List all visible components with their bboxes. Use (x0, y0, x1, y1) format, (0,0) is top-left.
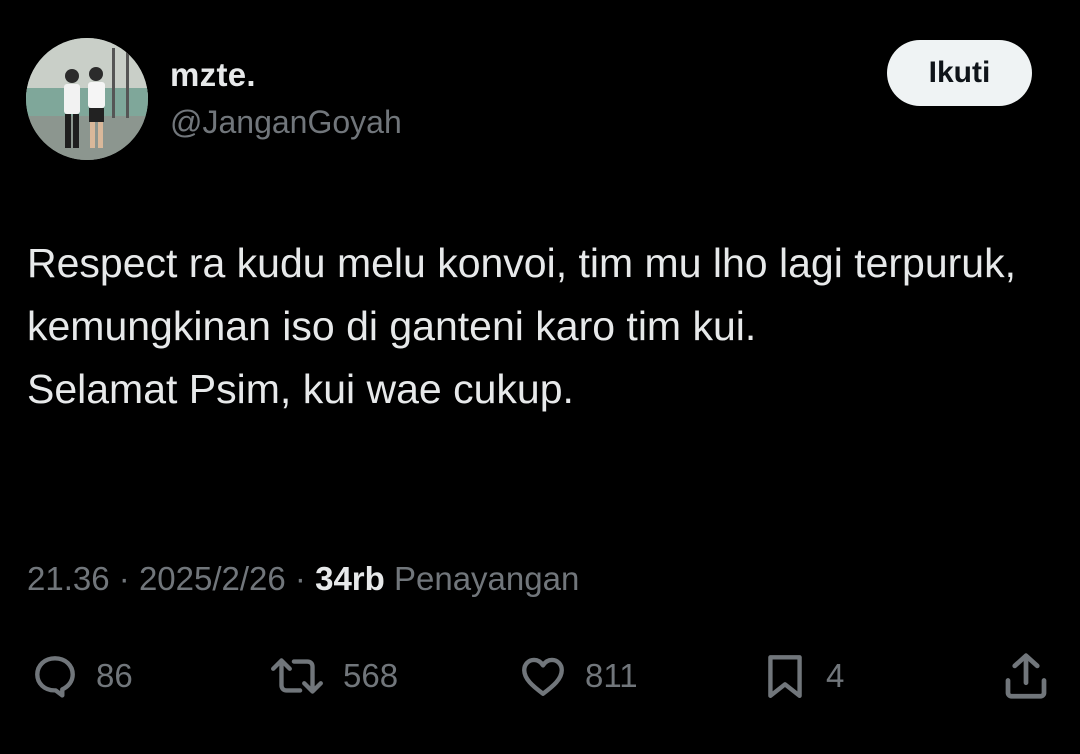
tweet-time[interactable]: 21.36 (27, 560, 110, 597)
avatar-photo (26, 38, 148, 160)
tweet-text: Respect ra kudu melu konvoi, tim mu lho … (27, 232, 1037, 421)
like-count: 811 (585, 657, 638, 694)
reply-button[interactable]: 86 (30, 640, 133, 712)
views-label: Penayangan (393, 560, 580, 597)
follow-button[interactable]: Ikuti (887, 40, 1032, 106)
reply-count: 86 (96, 657, 133, 694)
tweet-card: mzte. @JanganGoyah Ikuti Respect ra kudu… (0, 0, 1080, 754)
reply-icon (35, 656, 75, 698)
tweet-meta: 21.36 · 2025/2/26 · 34rb Penayangan (27, 560, 579, 598)
repost-button[interactable]: 568 (267, 640, 398, 712)
views-count: 34rb (315, 560, 385, 597)
like-button[interactable]: 811 (517, 640, 638, 712)
tweet-line: Selamat Psim, kui wae cukup. (27, 366, 574, 412)
heart-icon (522, 657, 564, 696)
bookmark-count: 4 (826, 657, 845, 694)
user-handle[interactable]: @JanganGoyah (170, 104, 402, 141)
share-icon (1005, 653, 1047, 699)
repost-count: 568 (343, 657, 399, 694)
action-bar: 86 568 811 4 (0, 640, 1080, 712)
avatar[interactable] (26, 38, 148, 160)
meta-separator: · (118, 560, 130, 597)
display-name[interactable]: mzte. (170, 56, 256, 94)
repost-icon (271, 658, 323, 694)
bookmark-icon (768, 655, 802, 698)
bookmark-button[interactable]: 4 (760, 640, 844, 712)
tweet-line: Respect ra kudu melu konvoi, tim mu lho … (27, 240, 1017, 349)
meta-separator: · (294, 560, 306, 597)
tweet-date[interactable]: 2025/2/26 (139, 560, 286, 597)
share-button[interactable] (996, 640, 1056, 712)
